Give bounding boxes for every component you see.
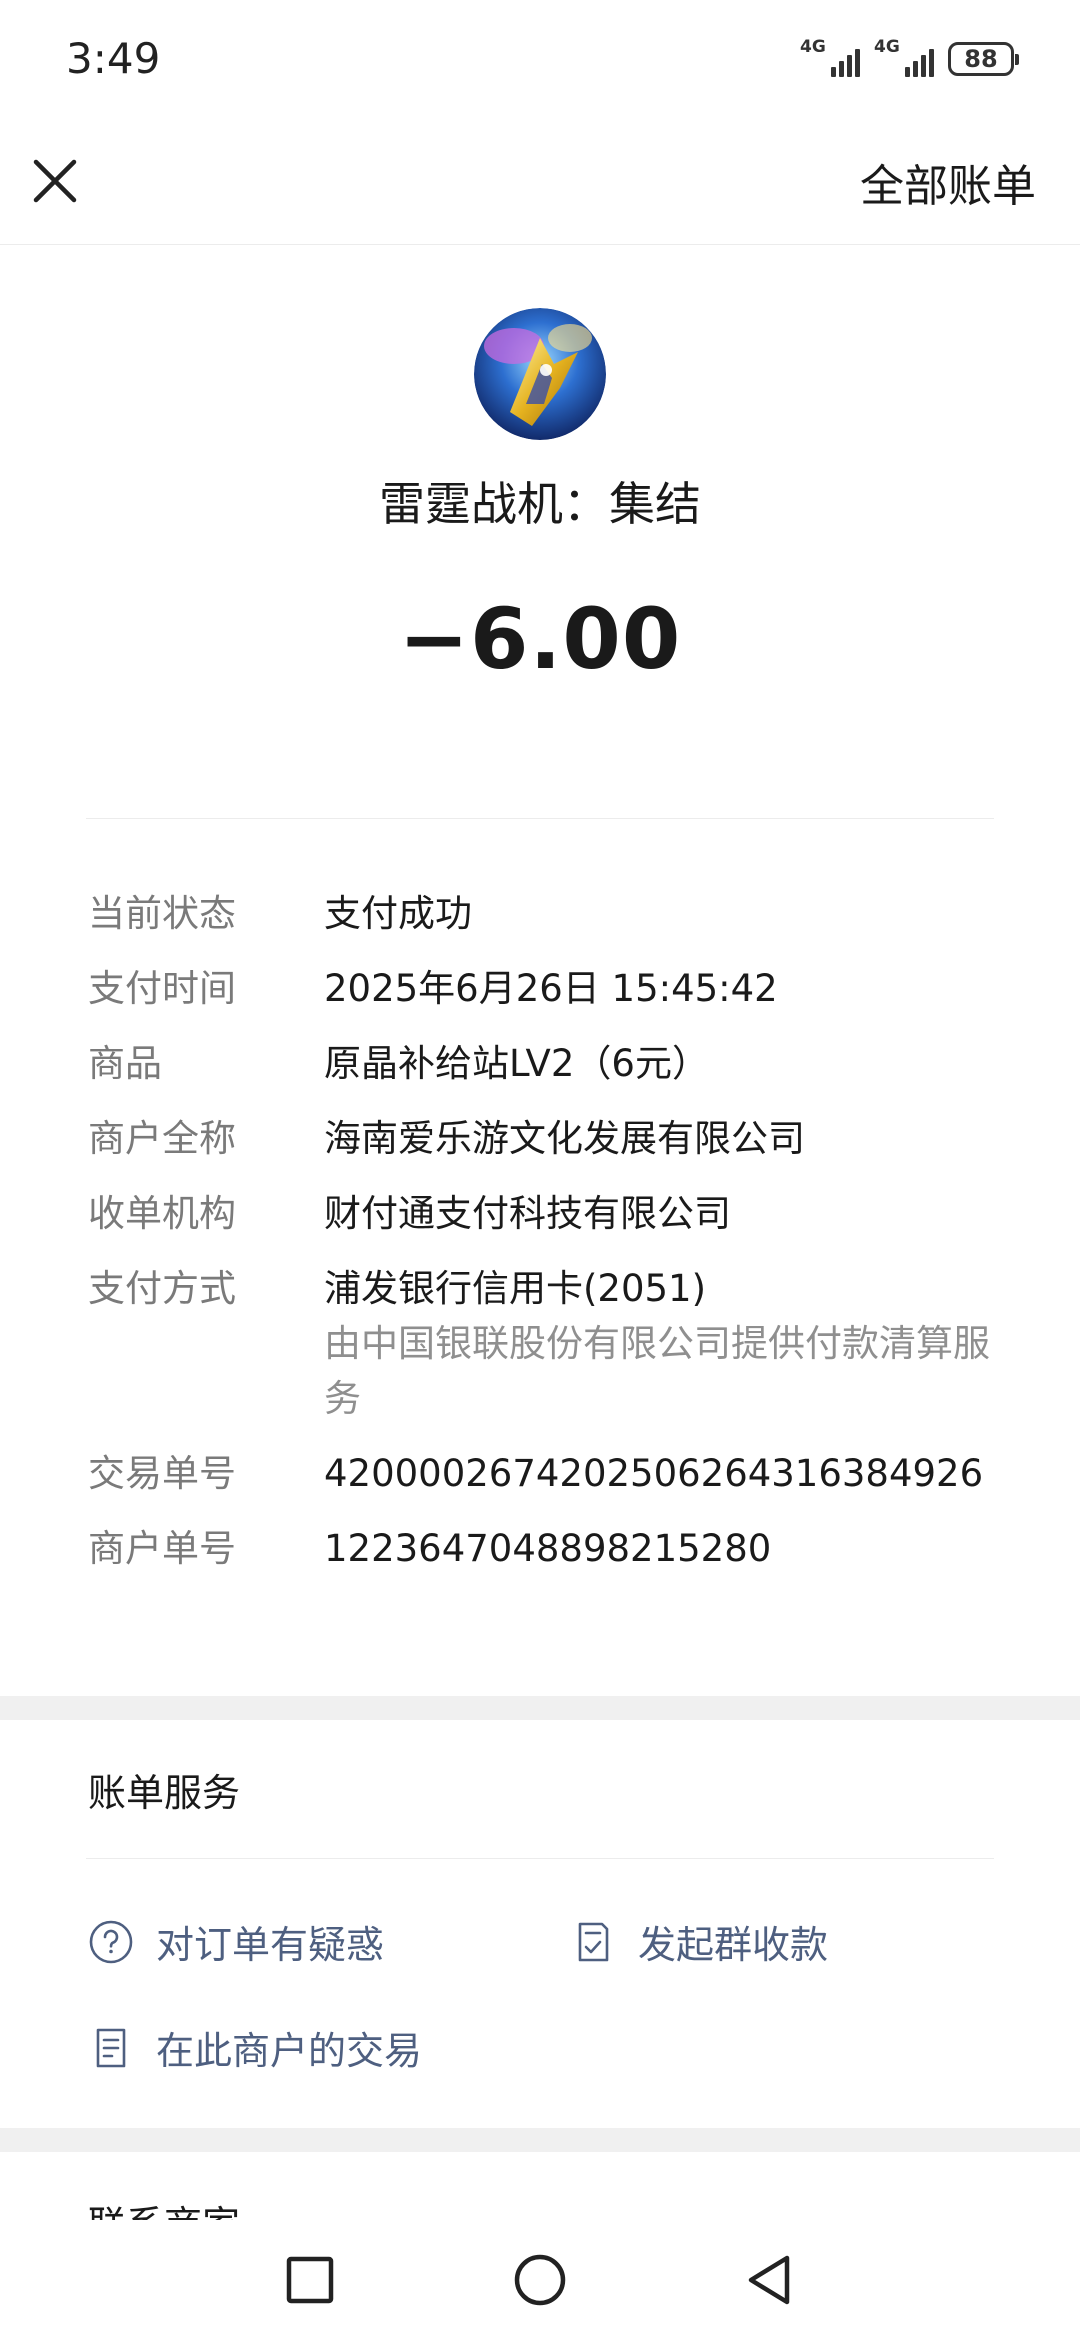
status-icons: 4G 4G 88 — [800, 36, 1019, 82]
network-type-label: 4G — [874, 37, 900, 57]
detail-row-product: 商品 原晶补给站LV2（6元） — [88, 1036, 998, 1091]
home-button[interactable] — [510, 2250, 570, 2310]
detail-value: 海南爱乐游文化发展有限公司 — [324, 1117, 805, 1160]
detail-label: 商户全称 — [88, 1117, 236, 1160]
bill-service-title: 账单服务 — [88, 1771, 241, 1815]
detail-label: 商品 — [88, 1042, 162, 1085]
detail-row-acquirer: 收单机构 财付通支付科技有限公司 — [88, 1186, 998, 1241]
group-collect-link[interactable]: 发起群收款 — [570, 1914, 828, 1969]
home-circle-icon — [514, 2254, 566, 2306]
system-navigation-bar — [0, 2220, 1080, 2340]
signal-4g-icon: 4G — [874, 39, 934, 79]
receipt-check-icon — [578, 1922, 609, 1961]
detail-label: 商户单号 — [88, 1527, 236, 1570]
detail-label: 当前状态 — [88, 892, 236, 935]
network-type-label: 4G — [800, 37, 826, 57]
back-button[interactable] — [740, 2250, 800, 2310]
section-separator — [0, 2128, 1080, 2152]
detail-row-merchant-name: 商户全称 海南爱乐游文化发展有限公司 — [88, 1111, 998, 1166]
close-icon — [33, 159, 77, 203]
payment-method-note: 由中国银联股份有限公司提供付款清算服务 — [324, 1322, 990, 1420]
detail-value: 支付成功 — [324, 892, 472, 935]
detail-label: 支付时间 — [88, 967, 236, 1010]
document-list-icon — [96, 2028, 126, 2067]
divider — [86, 1858, 994, 1859]
bill-detail-page: 3:49 4G 4G 88 全部账单 雷霆战机：集结 −6.00 当前状态 支付… — [0, 0, 1080, 2340]
detail-value: 1223647048898215280 — [324, 1527, 772, 1570]
recents-button[interactable] — [280, 2250, 340, 2310]
detail-label: 收单机构 — [88, 1192, 236, 1235]
group-collect-label: 发起群收款 — [638, 1923, 829, 1967]
close-button[interactable] — [24, 150, 86, 212]
order-question-link[interactable]: 对订单有疑惑 — [88, 1914, 384, 1969]
divider — [86, 818, 994, 819]
nav-bar: 全部账单 — [0, 120, 1080, 245]
detail-row-merchant-order-id: 商户单号 1223647048898215280 — [88, 1521, 998, 1576]
merchant-transactions-label: 在此商户的交易 — [156, 2029, 423, 2073]
status-time: 3:49 — [66, 34, 161, 83]
game-logo-icon — [474, 308, 606, 440]
recents-square-icon — [286, 2256, 334, 2304]
merchant-logo — [474, 308, 606, 440]
battery-level: 88 — [964, 45, 998, 73]
all-bills-link[interactable]: 全部账单 — [860, 150, 1036, 214]
detail-row-payment-method: 支付方式 浦发银行信用卡(2051) 由中国银联股份有限公司提供付款清算服务 — [88, 1261, 998, 1426]
payment-amount: −6.00 — [398, 590, 682, 688]
detail-value: 2025年6月26日 15:45:42 — [324, 967, 778, 1010]
detail-label: 支付方式 — [88, 1267, 236, 1310]
detail-row-time: 支付时间 2025年6月26日 15:45:42 — [88, 961, 998, 1016]
status-bar: 3:49 4G 4G 88 — [0, 0, 1080, 120]
detail-value: 原晶补给站LV2（6元） — [324, 1042, 709, 1085]
detail-value: 4200002674202506264316384926 — [324, 1452, 984, 1495]
contact-merchant-title[interactable]: 联系商家 — [88, 2194, 240, 2220]
section-separator — [0, 1696, 1080, 1720]
battery-icon: 88 — [948, 42, 1019, 76]
detail-row-status: 当前状态 支付成功 — [88, 886, 998, 941]
signal-4g-icon: 4G — [800, 39, 860, 79]
merchant-name: 雷霆战机：集结 — [379, 477, 701, 531]
detail-label: 交易单号 — [88, 1452, 236, 1495]
order-question-label: 对订单有疑惑 — [156, 1923, 385, 1967]
transaction-details: 当前状态 支付成功 支付时间 2025年6月26日 15:45:42 商品 原晶… — [88, 886, 998, 1596]
back-triangle-icon — [748, 2255, 790, 2305]
question-circle-icon — [89, 1920, 133, 1963]
detail-row-transaction-id: 交易单号 4200002674202506264316384926 — [88, 1446, 998, 1501]
detail-value: 财付通支付科技有限公司 — [324, 1192, 731, 1235]
detail-value: 浦发银行信用卡(2051) — [324, 1267, 707, 1310]
merchant-transactions-link[interactable]: 在此商户的交易 — [88, 2020, 422, 2075]
